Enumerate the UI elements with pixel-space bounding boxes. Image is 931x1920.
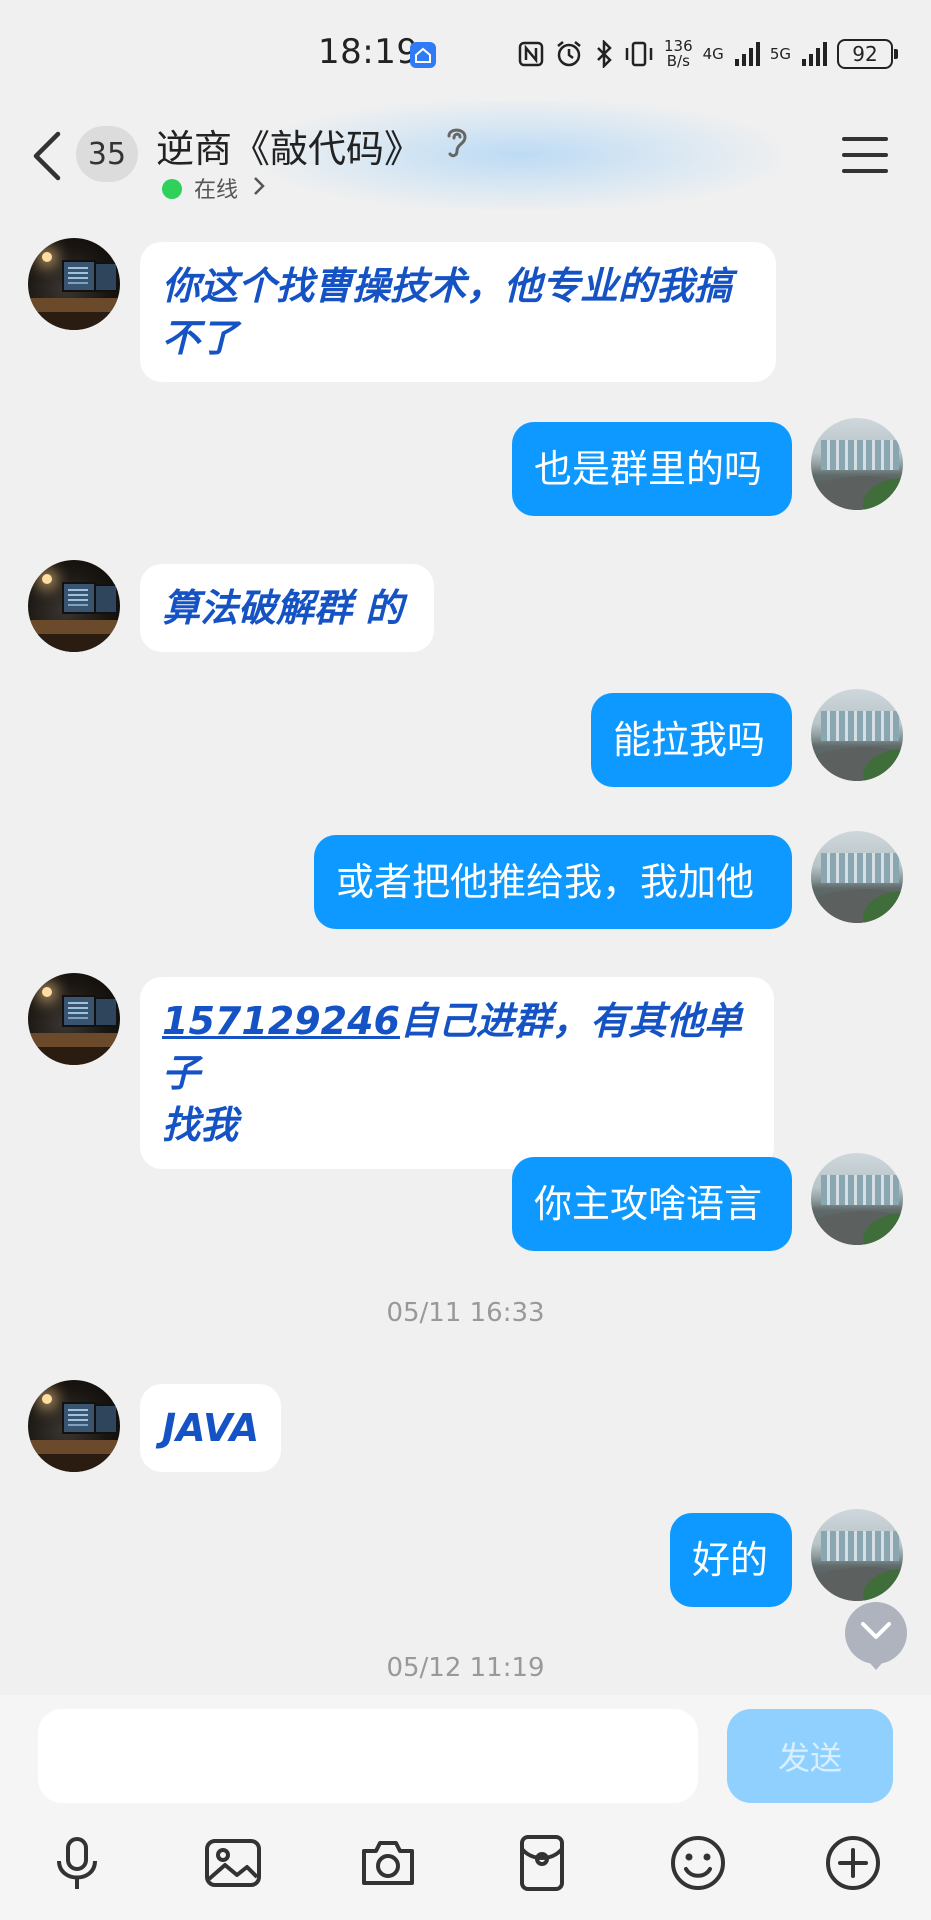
scroll-to-bottom-button[interactable] [845,1602,907,1670]
message-list[interactable]: 你这个找曹操技术，他专业的我搞 不了 也是群里的吗 算法破解群 的 能拉我吗 或… [0,0,931,1695]
qq-group-link[interactable]: 157129246 [162,999,400,1043]
chevron-down-icon [861,1622,891,1639]
peer-avatar[interactable] [28,560,120,652]
image-icon[interactable] [203,1833,263,1893]
message-bubble-me[interactable]: 好的 [670,1513,792,1607]
peer-avatar[interactable] [28,238,120,330]
plus-icon[interactable] [823,1833,883,1893]
my-avatar[interactable] [811,831,903,923]
peer-avatar[interactable] [28,973,120,1065]
message-bubble-peer[interactable]: 算法破解群 的 [140,564,434,652]
my-avatar[interactable] [811,689,903,781]
time-separator: 05/12 11:19 [386,1653,545,1683]
emoji-icon[interactable] [668,1833,728,1893]
message-bubble-peer[interactable]: 你这个找曹操技术，他专业的我搞 不了 [140,242,776,382]
message-input[interactable] [38,1709,698,1803]
camera-icon[interactable] [358,1833,418,1893]
message-bubble-me[interactable]: 或者把他推给我，我加他 [314,835,792,929]
mic-icon[interactable] [47,1833,107,1893]
message-bubble-me[interactable]: 也是群里的吗 [512,422,792,516]
send-button[interactable]: 发送 [727,1709,893,1803]
message-bubble-me[interactable]: 你主攻啥语言 [512,1157,792,1251]
my-avatar[interactable] [811,418,903,510]
red-packet-icon[interactable] [512,1833,572,1893]
message-bubble-peer[interactable]: JAVA [140,1384,281,1472]
peer-avatar[interactable] [28,1380,120,1472]
message-bubble-peer[interactable]: 157129246自己进群，有其他单子 找我 [140,977,774,1169]
message-bubble-me[interactable]: 能拉我吗 [591,693,792,787]
input-bar: 发送 [0,1695,931,1920]
my-avatar[interactable] [811,1153,903,1245]
time-separator: 05/11 16:33 [386,1298,545,1328]
my-avatar[interactable] [811,1509,903,1601]
